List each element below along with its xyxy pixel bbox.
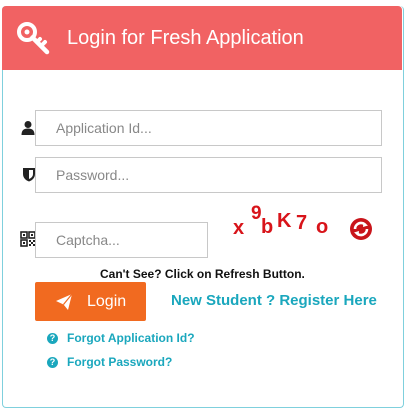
key-icon xyxy=(17,22,50,55)
register-link[interactable]: New Student ? Register Here xyxy=(171,292,377,309)
forgot-application-id-link[interactable]: ? Forgot Application Id? xyxy=(47,331,195,345)
captcha-image: x 9 b K 7 o xyxy=(233,200,343,240)
question-circle-icon: ? xyxy=(47,332,58,344)
forgot-application-id-label: Forgot Application Id? xyxy=(67,331,195,345)
page-title: Login for Fresh Application xyxy=(67,27,304,49)
captcha-hint: Can't See? Click on Refresh Button. xyxy=(100,267,305,281)
user-icon xyxy=(21,121,35,135)
captcha-input[interactable] xyxy=(35,222,208,258)
forgot-password-link[interactable]: ? Forgot Password? xyxy=(47,355,172,369)
login-button-label: Login xyxy=(87,292,127,310)
application-id-input[interactable] xyxy=(35,110,382,146)
captcha-char: K xyxy=(277,210,292,232)
refresh-icon[interactable] xyxy=(349,217,373,241)
captcha-char: 9 xyxy=(251,203,262,224)
captcha-char: o xyxy=(316,216,329,238)
forgot-password-label: Forgot Password? xyxy=(67,355,173,369)
password-input[interactable] xyxy=(35,157,382,193)
question-circle-icon: ? xyxy=(47,356,58,368)
captcha-char: b xyxy=(261,216,274,238)
captcha-char: 7 xyxy=(296,212,308,234)
panel-header: Login for Fresh Application xyxy=(2,6,402,70)
qrcode-icon xyxy=(20,231,36,247)
paper-plane-icon xyxy=(56,293,73,310)
captcha-char: x xyxy=(233,217,245,239)
login-button[interactable]: Login xyxy=(35,282,146,321)
